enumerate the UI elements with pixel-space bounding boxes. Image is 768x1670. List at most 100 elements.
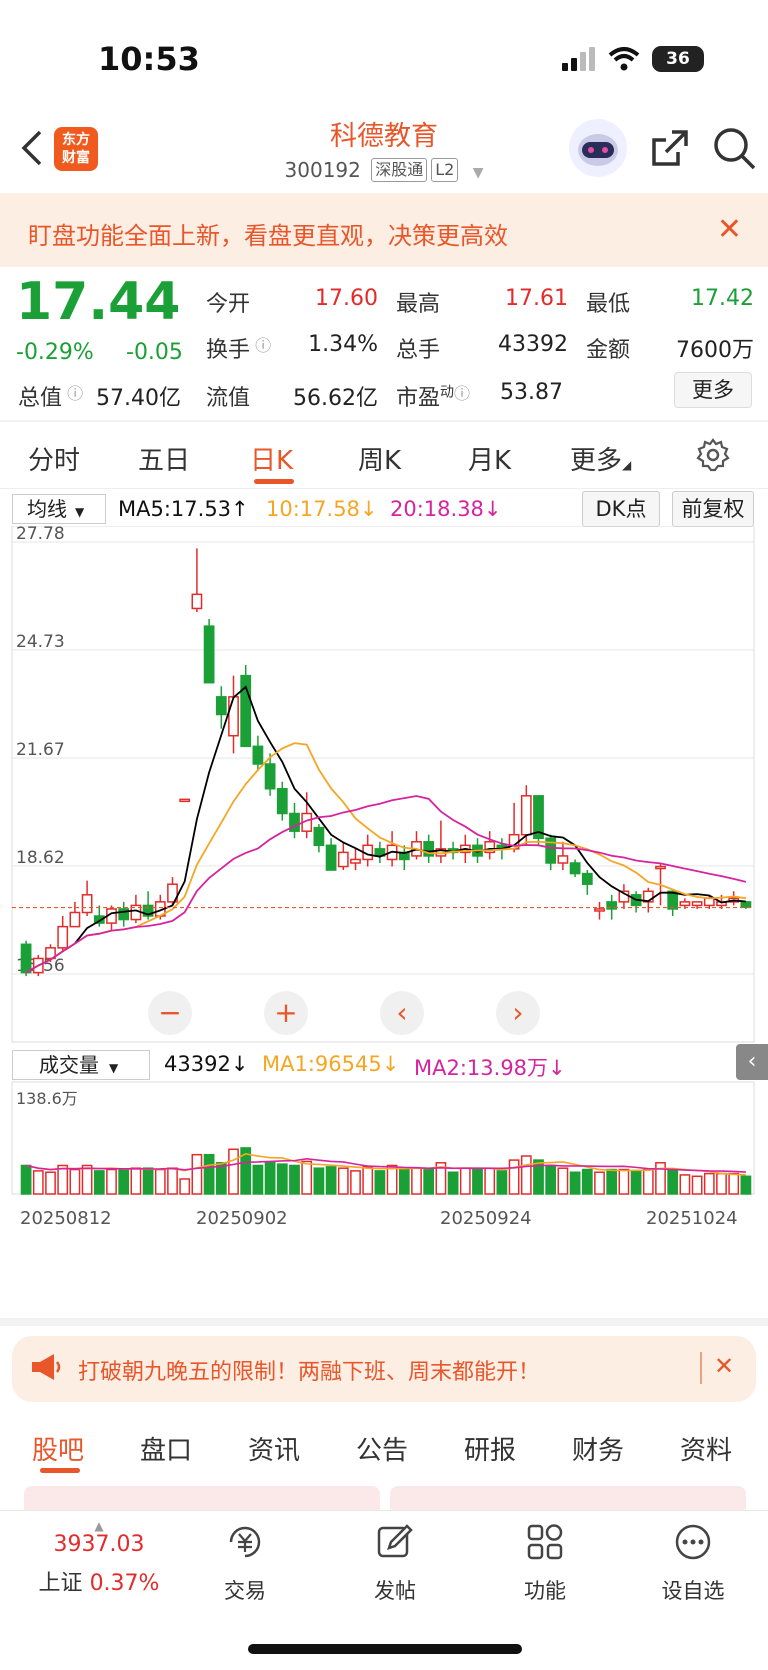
ma20-value: 20:18.38↓	[390, 497, 502, 521]
candle-body	[276, 788, 288, 815]
tab-announcements[interactable]: 公告	[356, 1430, 408, 1467]
more-dots-icon	[675, 1524, 711, 1560]
turnover-label[interactable]: 换手 ⓘ	[206, 332, 271, 364]
l2-tag: L2	[431, 158, 459, 182]
candle-body	[655, 865, 666, 870]
ma10-value: 10:17.58↓	[266, 497, 378, 521]
banner-close-icon[interactable]: ✕	[717, 212, 742, 247]
info-icon: ⓘ	[250, 336, 272, 355]
volume-bar	[228, 1148, 239, 1195]
hk-connect-tag: 深股通	[371, 158, 428, 182]
chart-next-button[interactable]: ›	[496, 991, 540, 1035]
volume-value: 43392	[498, 332, 568, 357]
volume-bar	[472, 1168, 483, 1195]
volume-bar	[618, 1168, 630, 1195]
volume-bar	[386, 1164, 398, 1195]
robot-assistant-icon[interactable]	[568, 118, 628, 178]
candle-body	[57, 925, 69, 949]
indicator-select[interactable]: 均线 ▼	[12, 494, 106, 524]
tab-finance[interactable]: 财务	[572, 1430, 624, 1467]
more-quote-button[interactable]: 更多	[674, 372, 752, 408]
ma5-line	[25, 685, 746, 974]
ma20-line	[25, 795, 747, 974]
status-icons: 36	[562, 46, 704, 72]
nav-add-watchlist[interactable]: 设自选	[638, 1522, 748, 1605]
tab-intraday[interactable]: 分时	[28, 440, 80, 477]
chart-minus-button[interactable]: −	[148, 991, 192, 1035]
x-tick-label: 20251024	[646, 1208, 738, 1229]
volume-bar	[191, 1153, 203, 1195]
x-tick-label: 20250812	[20, 1208, 112, 1229]
volume-bar	[154, 1168, 166, 1195]
volume-bar	[81, 1164, 93, 1195]
tab-research[interactable]: 研报	[464, 1430, 516, 1467]
volume-bar	[32, 1170, 44, 1195]
float-cap-label: 流值	[206, 386, 251, 411]
volume-bar	[557, 1167, 569, 1195]
volume-bar	[545, 1164, 557, 1195]
market-cap-label[interactable]: 总值 ⓘ	[18, 380, 83, 412]
volume-bar	[594, 1171, 605, 1195]
dk-point-button[interactable]: DK点	[582, 491, 660, 527]
chart-prev-button[interactable]: ‹	[380, 991, 424, 1035]
promo-close-icon[interactable]: ✕	[714, 1352, 734, 1380]
active-tab-underline	[254, 479, 294, 484]
candle-body	[703, 897, 715, 907]
index-ticker[interactable]: ▲ 3937.03 上证 0.37%	[24, 1520, 174, 1597]
volume-bar	[313, 1167, 325, 1195]
low-value: 17.42	[691, 286, 754, 311]
nav-post[interactable]: 发帖	[340, 1522, 450, 1605]
tab-five-day[interactable]: 五日	[138, 440, 190, 477]
volume-bar	[703, 1172, 715, 1195]
volume-bar	[45, 1171, 56, 1195]
pe-label[interactable]: 市盈动ⓘ	[396, 380, 470, 412]
adjust-price-button[interactable]: 前复权	[672, 491, 754, 527]
search-icon[interactable]	[710, 124, 758, 172]
tab-profile[interactable]: 资料	[680, 1430, 732, 1467]
amount-label: 金额	[586, 338, 631, 363]
promo-text: 打破朝九晚五的限制！两融下班、周末都能开！	[78, 1360, 541, 1385]
share-icon[interactable]	[646, 124, 694, 172]
change-amount: -0.05	[126, 340, 183, 365]
tab-daily-k[interactable]: 日K	[250, 440, 293, 477]
volume-bar	[569, 1171, 581, 1195]
wifi-icon	[608, 47, 640, 71]
home-indicator	[248, 1644, 522, 1654]
tab-order-book[interactable]: 盘口	[140, 1430, 192, 1467]
tab-more[interactable]: 更多◢	[570, 440, 631, 477]
volume-bar	[520, 1155, 532, 1195]
edit-post-icon	[377, 1524, 413, 1558]
chart-minus-icon: −	[158, 996, 181, 1029]
volume-bar	[630, 1170, 642, 1195]
volume-bar	[264, 1162, 276, 1195]
open-label: 今开	[206, 292, 251, 317]
tab-weekly-k[interactable]: 周K	[358, 440, 401, 477]
volume-bar	[130, 1167, 142, 1195]
ma5-value: MA5:17.53↑	[118, 497, 249, 521]
candle-body	[252, 745, 264, 765]
tab-forum[interactable]: 股吧	[32, 1430, 84, 1467]
candle-body	[313, 826, 325, 847]
tab-news[interactable]: 资讯	[248, 1430, 300, 1467]
settings-gear-icon[interactable]	[696, 438, 730, 472]
pe-value: 53.87	[500, 380, 563, 405]
volume-bar	[252, 1164, 264, 1195]
candle-body	[203, 625, 215, 684]
candle-body	[350, 858, 361, 864]
chart-plus-icon: +	[274, 996, 297, 1029]
volume-bar	[411, 1167, 422, 1195]
volume-bar	[740, 1175, 752, 1195]
nav-functions[interactable]: 功能	[490, 1522, 600, 1605]
market-cap: 57.40亿	[96, 386, 181, 411]
y-tick-label: 24.73	[16, 632, 65, 652]
volume-bar	[362, 1166, 374, 1195]
volume-bar	[350, 1170, 361, 1195]
volume-bar	[142, 1167, 154, 1195]
nav-trade[interactable]: 交易	[190, 1522, 300, 1605]
candlestick-chart[interactable]: 27.7824.7321.6718.6215.56−+‹›	[0, 526, 768, 1046]
chart-plus-button[interactable]: +	[264, 991, 308, 1035]
battery-icon: 36	[652, 46, 704, 72]
tab-monthly-k[interactable]: 月K	[468, 440, 511, 477]
volume-chart[interactable]: 138.6万 20250812 20250902 20250924 20251024	[0, 1046, 768, 1276]
volume-bar	[447, 1171, 459, 1195]
